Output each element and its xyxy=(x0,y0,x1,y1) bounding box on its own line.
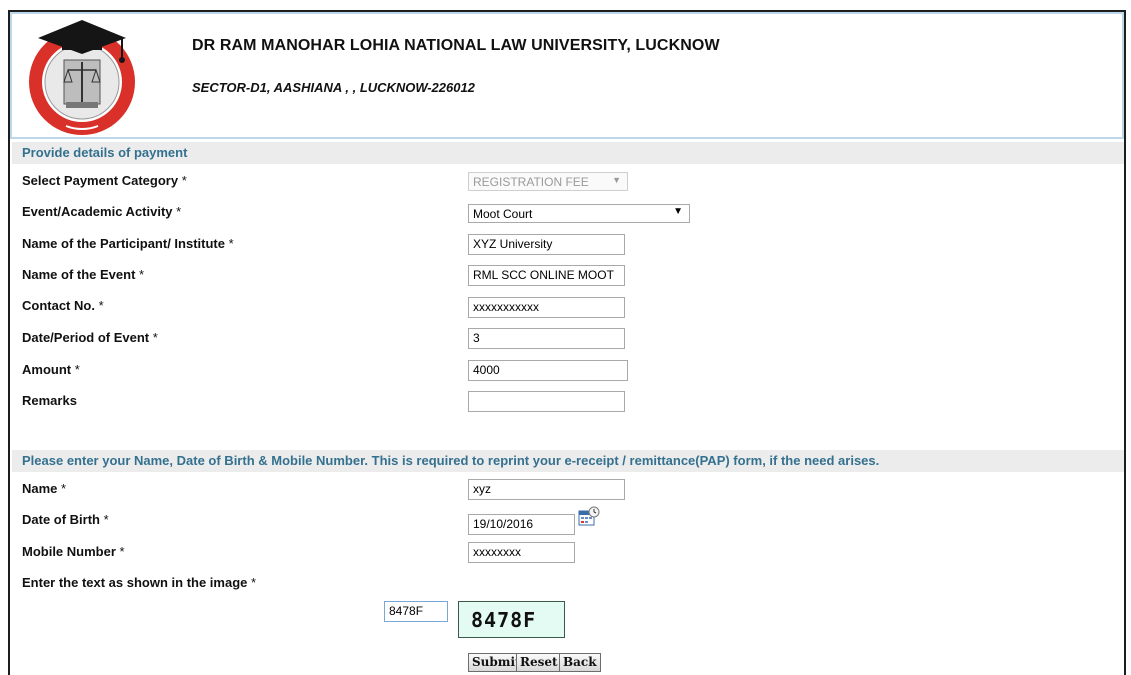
date-period-input[interactable]: 3 xyxy=(468,328,625,349)
payment-section-title: Provide details of payment xyxy=(12,142,1124,164)
name-label: Name * xyxy=(22,481,67,496)
event-name-input[interactable]: RML SCC ONLINE MOOT xyxy=(468,265,625,286)
back-button[interactable]: Back xyxy=(559,653,601,672)
calendar-icon[interactable] xyxy=(578,506,600,528)
remarks-input[interactable] xyxy=(468,391,625,412)
participant-label: Name of the Participant/ Institute * xyxy=(22,236,234,251)
payment-category-select[interactable]: REGISTRATION FEE ▼ xyxy=(468,172,628,191)
payment-category-label: Select Payment Category * xyxy=(22,173,187,188)
event-name-label: Name of the Event * xyxy=(22,267,145,282)
captcha-label: Enter the text as shown in the image * xyxy=(22,575,257,590)
date-period-label: Date/Period of Event * xyxy=(22,330,158,345)
remarks-label: Remarks xyxy=(22,393,77,408)
event-activity-select[interactable]: Moot Court ▼ xyxy=(468,204,690,223)
amount-label: Amount * xyxy=(22,362,80,377)
name-input[interactable]: xyz xyxy=(468,479,625,500)
university-seal-icon xyxy=(29,20,135,135)
personal-section-title: Please enter your Name, Date of Birth & … xyxy=(12,450,1124,472)
captcha-input[interactable]: 8478F xyxy=(384,601,448,622)
contact-input[interactable]: xxxxxxxxxxx xyxy=(468,297,625,318)
chevron-down-icon: ▼ xyxy=(612,175,621,185)
event-activity-label: Event/Academic Activity * xyxy=(22,204,182,219)
mobile-input[interactable]: xxxxxxxx xyxy=(468,542,575,563)
dob-label: Date of Birth * xyxy=(22,512,109,527)
chevron-down-icon: ▼ xyxy=(673,206,683,217)
participant-input[interactable]: XYZ University xyxy=(468,234,625,255)
contact-label: Contact No. * xyxy=(22,298,104,313)
dob-input[interactable]: 19/10/2016 xyxy=(468,514,575,535)
amount-input[interactable]: 4000 xyxy=(468,360,628,381)
reset-button[interactable]: Reset xyxy=(516,653,562,672)
captcha-image: 8478F xyxy=(458,601,565,638)
university-name: DR RAM MANOHAR LOHIA NATIONAL LAW UNIVER… xyxy=(192,37,720,54)
university-address: SECTOR-D1, AASHIANA , , LUCKNOW-226012 xyxy=(192,80,475,95)
page-header: DR RAM MANOHAR LOHIA NATIONAL LAW UNIVER… xyxy=(10,12,1124,139)
mobile-label: Mobile Number * xyxy=(22,544,125,559)
